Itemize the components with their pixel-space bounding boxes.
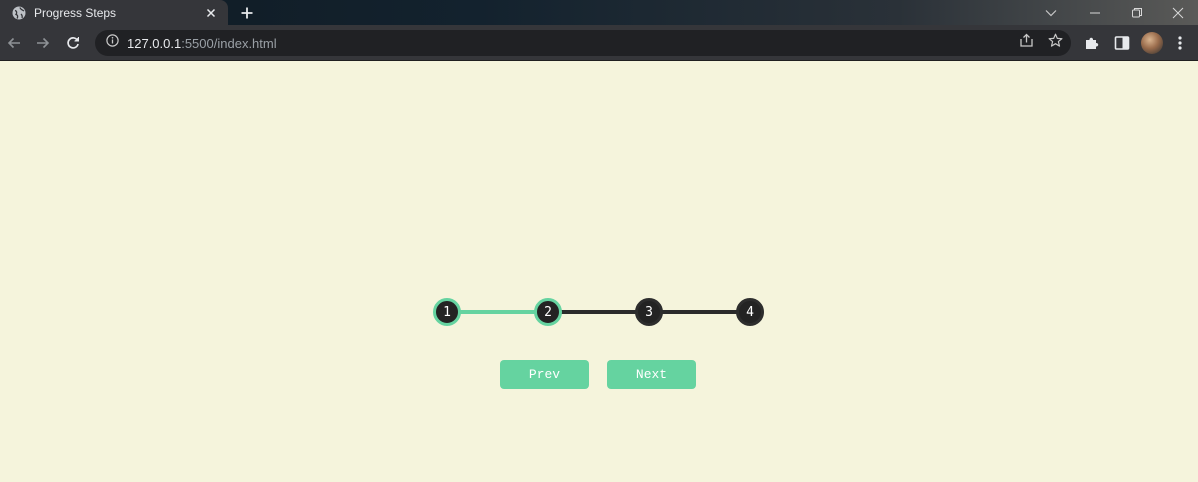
url-host: 127.0.0.1 bbox=[127, 35, 182, 51]
step-circle-3: 3 bbox=[635, 298, 663, 326]
step-circle-1: 1 bbox=[433, 298, 461, 326]
arrow-left-icon bbox=[7, 37, 20, 49]
more-vertical-icon bbox=[1178, 36, 1182, 50]
reload-button[interactable] bbox=[59, 25, 87, 61]
step-circle-4: 4 bbox=[736, 298, 764, 326]
arrow-right-icon bbox=[37, 37, 50, 49]
reload-icon bbox=[67, 37, 79, 49]
plus-icon bbox=[241, 7, 253, 18]
avatar bbox=[1141, 32, 1163, 54]
restore-button[interactable] bbox=[1117, 0, 1157, 25]
extensions-button[interactable] bbox=[1078, 25, 1106, 61]
side-panel-button[interactable] bbox=[1108, 25, 1136, 61]
back-button[interactable] bbox=[0, 25, 28, 61]
progress-track bbox=[446, 310, 751, 314]
star-icon[interactable] bbox=[1048, 33, 1063, 53]
profile-button[interactable] bbox=[1138, 25, 1166, 61]
next-button[interactable]: Next bbox=[607, 360, 696, 389]
close-icon[interactable] bbox=[204, 6, 218, 20]
close-icon bbox=[1172, 7, 1184, 18]
browser-title-bar: Progress Steps bbox=[0, 0, 1198, 25]
progress-steps: 1 2 3 4 bbox=[433, 298, 764, 326]
browser-tab[interactable]: Progress Steps bbox=[0, 0, 228, 25]
step-circle-2: 2 bbox=[534, 298, 562, 326]
chevron-down-icon bbox=[1045, 9, 1057, 16]
prev-button[interactable]: Prev bbox=[500, 360, 589, 389]
restore-icon bbox=[1132, 7, 1142, 17]
page-content: 1 2 3 4 Prev Next bbox=[0, 62, 1198, 482]
info-icon[interactable] bbox=[106, 34, 119, 52]
minimize-icon bbox=[1090, 12, 1100, 13]
browser-toolbar: 127.0.0.1:5500/index.html bbox=[0, 25, 1198, 61]
side-panel-icon bbox=[1114, 36, 1130, 50]
address-bar[interactable]: 127.0.0.1:5500/index.html bbox=[95, 30, 1071, 56]
progress-fill bbox=[446, 310, 548, 314]
globe-icon bbox=[12, 6, 26, 20]
tab-title: Progress Steps bbox=[34, 5, 117, 20]
share-icon[interactable] bbox=[1019, 33, 1034, 53]
minimize-button[interactable] bbox=[1075, 0, 1115, 25]
url-text[interactable]: 127.0.0.1:5500/index.html bbox=[127, 36, 277, 51]
forward-button[interactable] bbox=[29, 25, 57, 61]
puzzle-icon bbox=[1086, 37, 1099, 49]
url-path: :5500/index.html bbox=[181, 35, 277, 51]
menu-button[interactable] bbox=[1166, 25, 1194, 61]
tab-search-button[interactable] bbox=[1031, 0, 1071, 25]
close-window-button[interactable] bbox=[1158, 0, 1198, 25]
new-tab-button[interactable] bbox=[234, 0, 260, 25]
